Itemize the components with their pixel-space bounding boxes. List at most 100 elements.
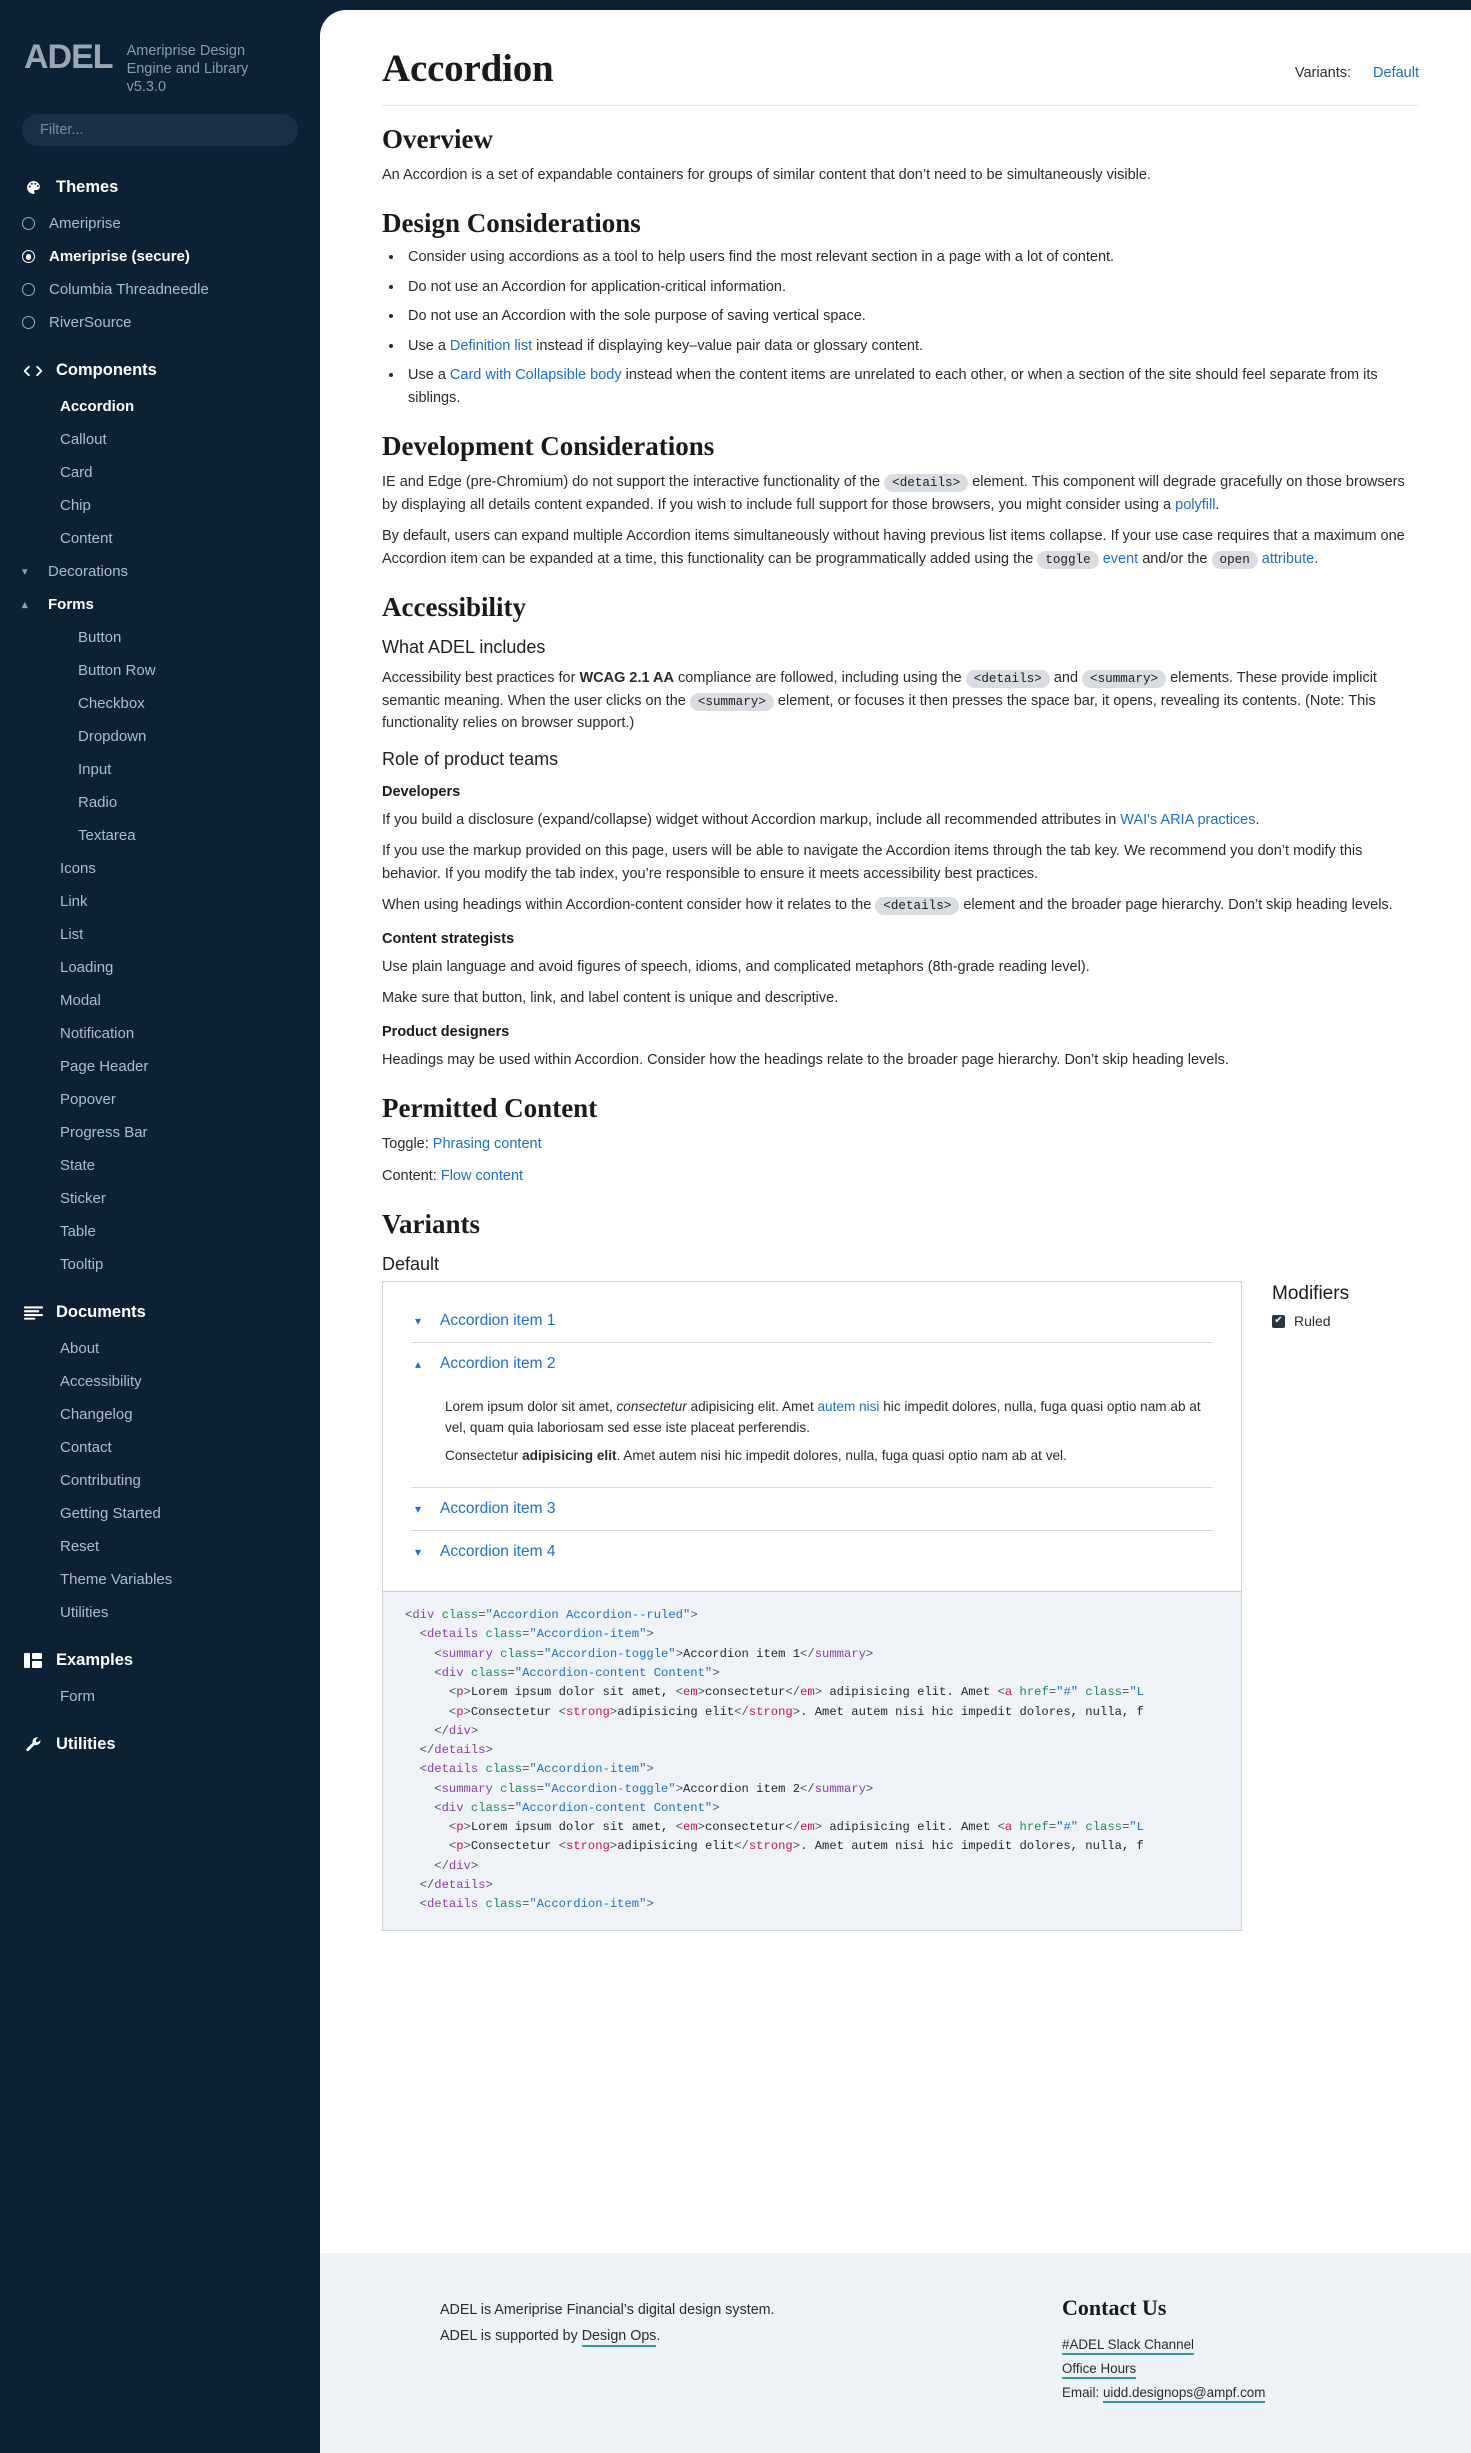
theme-option-ameriprise[interactable]: Ameriprise — [0, 207, 320, 240]
sidebar-item-radio[interactable]: Radio — [0, 786, 320, 819]
sidebar-item-accordion[interactable]: Accordion — [0, 390, 320, 423]
sidebar-item-loading[interactable]: Loading — [0, 951, 320, 984]
accessibility-p1: Accessibility best practices for WCAG 2.… — [382, 670, 1377, 732]
sidebar-item-about[interactable]: About — [0, 1332, 320, 1365]
slack-channel-link[interactable]: #ADEL Slack Channel — [1062, 2337, 1194, 2355]
sidebar-item-changelog[interactable]: Changelog — [0, 1398, 320, 1431]
theme-label: RiverSource — [49, 314, 132, 332]
theme-option-columbia-threadneedle[interactable]: Columbia Threadneedle — [0, 273, 320, 306]
accordion-paragraph-1: Lorem ipsum dolor sit amet, consectetur … — [445, 1399, 1201, 1436]
code-summary: <summary> — [689, 692, 774, 711]
developers-p2: If you use the markup provided on this p… — [382, 843, 1363, 882]
sidebar-item-contact[interactable]: Contact — [0, 1431, 320, 1464]
sidebar-item-tooltip[interactable]: Tooltip — [0, 1248, 320, 1281]
sidebar-item-textarea[interactable]: Textarea — [0, 819, 320, 852]
accordion-demo: ▾ Accordion item 1 ▴ Accordion item 2 Lo… — [382, 1281, 1242, 1593]
sidebar-item-input[interactable]: Input — [0, 753, 320, 786]
sidebar-group-themes-label: Themes — [56, 178, 119, 197]
variant-demo: ▾ Accordion item 1 ▴ Accordion item 2 Lo… — [382, 1281, 1242, 1932]
sidebar-item-progress-bar[interactable]: Progress Bar — [0, 1116, 320, 1149]
page-header: Accordion Variants: Default — [382, 46, 1419, 91]
sidebar-item-chip[interactable]: Chip — [0, 489, 320, 522]
sidebar-item-accessibility[interactable]: Accessibility — [0, 1365, 320, 1398]
definition-list-link[interactable]: Definition list — [450, 338, 532, 354]
filter-input[interactable] — [22, 114, 298, 147]
permitted-content: Content: Flow content — [382, 1167, 524, 1184]
accordion-item-label: Accordion item 2 — [440, 1355, 556, 1373]
wai-aria-practices-link[interactable]: WAI's ARIA practices — [1120, 812, 1255, 828]
sidebar-item-list[interactable]: List — [0, 918, 320, 951]
sidebar-item-contributing[interactable]: Contributing — [0, 1464, 320, 1497]
sidebar-item-theme-variables[interactable]: Theme Variables — [0, 1563, 320, 1596]
sidebar-item-getting-started[interactable]: Getting Started — [0, 1497, 320, 1530]
polyfill-link[interactable]: polyfill — [1175, 497, 1215, 513]
accordion-toggle-2[interactable]: ▴ Accordion item 2 — [411, 1343, 1213, 1385]
card-collapsible-body-link[interactable]: Card with Collapsible body — [450, 367, 622, 383]
sidebar-item-modal[interactable]: Modal — [0, 984, 320, 1017]
sidebar-item-utilities-doc[interactable]: Utilities — [0, 1596, 320, 1629]
sidebar-item-button[interactable]: Button — [0, 621, 320, 654]
variant-default-link[interactable]: Default — [1373, 65, 1419, 81]
variants-subheading: Default — [382, 1254, 440, 1275]
sidebar-item-sticker[interactable]: Sticker — [0, 1182, 320, 1215]
accordion-paragraph-2: Consectetur adipisicing elit. Amet autem… — [445, 1448, 1067, 1464]
autem-nisi-link[interactable]: autem nisi — [818, 1399, 880, 1414]
developers-label: Developers — [382, 783, 461, 800]
email-row: Email: uidd.designops@ampf.com — [1062, 2385, 1266, 2403]
attribute-link[interactable]: attribute — [1262, 551, 1314, 567]
email-link[interactable]: uidd.designops@ampf.com — [1102, 2385, 1266, 2403]
slack-channel-row: #ADEL Slack Channel — [1062, 2337, 1265, 2355]
sidebar-item-button-row[interactable]: Button Row — [0, 654, 320, 687]
sidebar-item-popover[interactable]: Popover — [0, 1083, 320, 1116]
theme-option-riversource[interactable]: RiverSource — [0, 306, 320, 339]
flow-content-link[interactable]: Flow content — [441, 1168, 523, 1184]
layout-grid-icon — [22, 1653, 44, 1669]
sidebar-group-forms[interactable]: ▴ Forms — [0, 588, 320, 621]
accordion-toggle-4[interactable]: ▾ Accordion item 4 — [411, 1531, 1213, 1573]
accordion-item-label: Accordion item 3 — [440, 1500, 556, 1518]
sidebar-group-documents[interactable]: Documents — [0, 1293, 320, 1332]
document-lines-icon — [22, 1306, 44, 1320]
design-ops-link[interactable]: Design Ops — [581, 2328, 657, 2348]
event-link[interactable]: event — [1103, 551, 1138, 567]
theme-option-ameriprise-secure[interactable]: Ameriprise (secure) — [0, 240, 320, 273]
sidebar-group-utilities[interactable]: Utilities — [0, 1725, 320, 1764]
accordion-toggle-3[interactable]: ▾ Accordion item 3 — [411, 1488, 1213, 1530]
sidebar-item-notification[interactable]: Notification — [0, 1017, 320, 1050]
sidebar-item-icons[interactable]: Icons — [0, 852, 320, 885]
page-title: Accordion — [382, 47, 554, 90]
content-strategists-label: Content strategists — [382, 930, 515, 947]
page-content: Accordion Variants: Default Overview An … — [320, 10, 1471, 2213]
radio-icon — [22, 217, 35, 231]
what-adel-includes-heading: What ADEL includes — [382, 637, 546, 658]
code-snippet: <div class="Accordion Accordion--ruled">… — [382, 1592, 1242, 1932]
sidebar-item-reset[interactable]: Reset — [0, 1530, 320, 1563]
phrasing-content-link[interactable]: Phrasing content — [433, 1136, 542, 1152]
sidebar-item-link[interactable]: Link — [0, 885, 320, 918]
sidebar-item-checkbox[interactable]: Checkbox — [0, 687, 320, 720]
accordion-content-2: Lorem ipsum dolor sit amet, consectetur … — [411, 1385, 1213, 1487]
accordion-toggle-1[interactable]: ▾ Accordion item 1 — [411, 1300, 1213, 1342]
sidebar-item-page-header[interactable]: Page Header — [0, 1050, 320, 1083]
sidebar-group-utilities-label: Utilities — [56, 1735, 116, 1754]
sidebar-item-content[interactable]: Content — [0, 522, 320, 555]
sidebar-item-dropdown[interactable]: Dropdown — [0, 720, 320, 753]
sidebar-group-decorations[interactable]: ▾ Decorations — [0, 555, 320, 588]
sidebar-group-components[interactable]: Components — [0, 351, 320, 390]
sidebar-item-state[interactable]: State — [0, 1149, 320, 1182]
content-strategists-p1: Use plain language and avoid figures of … — [382, 958, 1090, 975]
chevron-down-icon: ▾ — [22, 566, 28, 579]
sidebar-group-examples[interactable]: Examples — [0, 1641, 320, 1680]
sidebar-item-card[interactable]: Card — [0, 456, 320, 489]
checkbox-checked-icon[interactable]: ✔ — [1272, 1314, 1285, 1328]
brand-tagline: Ameriprise Design Engine and Library v5.… — [126, 43, 249, 96]
sidebar-group-examples-label: Examples — [56, 1651, 134, 1670]
sidebar-item-form[interactable]: Form — [0, 1680, 320, 1713]
modifier-ruled-row[interactable]: ✔ Ruled — [1272, 1313, 1419, 1329]
office-hours-link[interactable]: Office Hours — [1062, 2361, 1137, 2379]
code-details: <details> — [875, 897, 960, 916]
sidebar-item-table[interactable]: Table — [0, 1215, 320, 1248]
sidebar-group-themes[interactable]: Themes — [0, 168, 320, 207]
modifier-ruled-label: Ruled — [1294, 1313, 1331, 1330]
sidebar-item-callout[interactable]: Callout — [0, 423, 320, 456]
